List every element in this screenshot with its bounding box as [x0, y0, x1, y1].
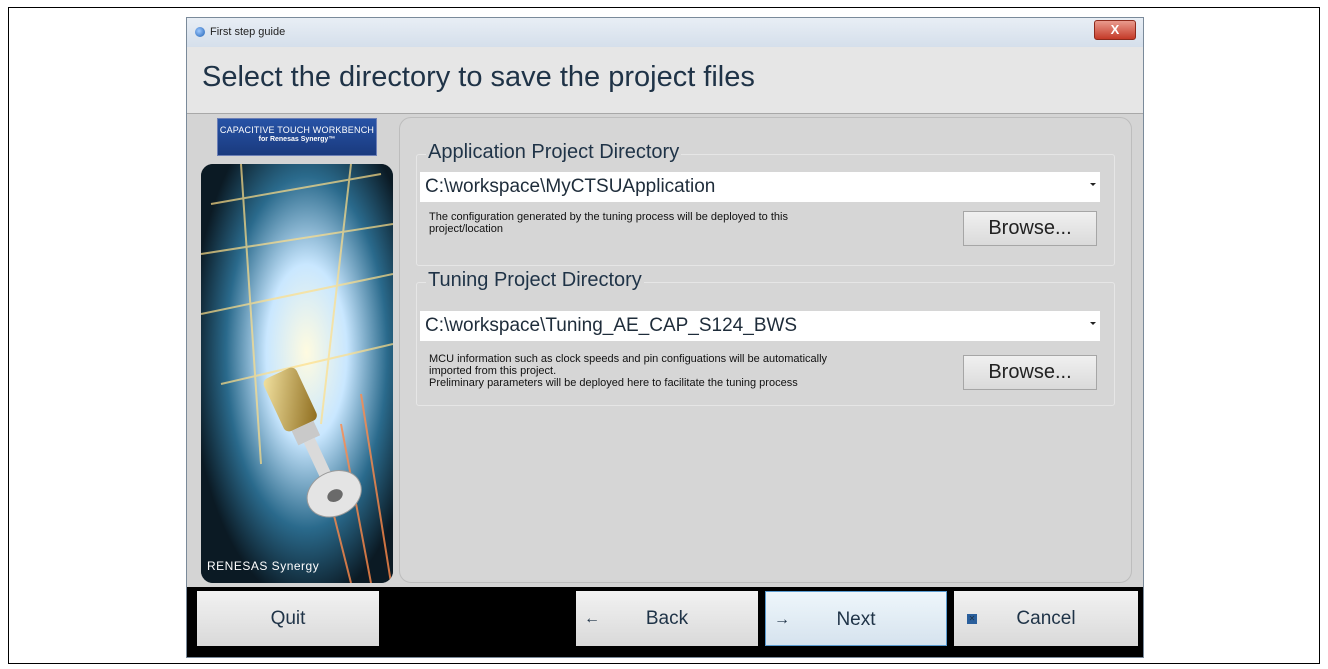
cancel-label: Cancel — [1016, 608, 1076, 629]
dropdown-arrow-icon[interactable] — [1090, 183, 1096, 186]
brand-line-2: for Renesas Synergy™ — [258, 136, 336, 143]
application-desc-line-1: The configuration generated by the tunin… — [429, 211, 788, 223]
application-desc-line-2: project/location — [429, 223, 503, 235]
right-arrow-icon: → — [774, 611, 790, 628]
tuning-desc-line-1: MCU information such as clock speeds and… — [429, 353, 828, 365]
window-title: First step guide — [210, 26, 286, 38]
product-brand-badge: CAPACITIVE TOUCH WORKBENCH for Renesas S… — [217, 118, 377, 156]
next-label: Next — [836, 609, 876, 630]
cancel-x-icon: ✕ — [967, 614, 977, 624]
tuning-directory-description: MCU information such as clock speeds and… — [429, 353, 949, 389]
sidebar: CAPACITIVE TOUCH WORKBENCH for Renesas S… — [201, 118, 393, 583]
tuning-desc-line-2: imported from this project. — [429, 365, 557, 377]
first-step-guide-window: First step guide X Select the directory … — [186, 17, 1144, 658]
tuning-directory-title: Tuning Project Directory — [426, 269, 644, 292]
application-directory-value: C:\workspace\MyCTSUApplication — [425, 176, 716, 197]
quit-label: Quit — [270, 608, 306, 629]
footer-bar: Quit ← Back → Next ✕ Cancel — [187, 587, 1143, 657]
close-button[interactable]: X — [1094, 20, 1136, 40]
app-icon — [195, 27, 205, 37]
tuning-desc-line-3: Preliminary parameters will be deployed … — [429, 377, 798, 389]
next-button[interactable]: → Next — [765, 591, 947, 646]
header: Select the directory to save the project… — [187, 47, 1143, 114]
page-title: Select the directory to save the project… — [202, 61, 755, 93]
brand-line-1: CAPACITIVE TOUCH WORKBENCH — [219, 125, 375, 135]
application-directory-title: Application Project Directory — [426, 141, 682, 164]
renesas-synergy-logo: RENESAS Synergy — [207, 559, 320, 573]
key-illustration-image: RENESAS Synergy — [201, 164, 393, 583]
tuning-directory-combobox[interactable]: C:\workspace\Tuning_AE_CAP_S124_BWS — [420, 311, 1100, 341]
application-directory-combobox[interactable]: C:\workspace\MyCTSUApplication — [420, 172, 1100, 202]
key-illustration-svg — [201, 164, 393, 583]
application-directory-description: The configuration generated by the tunin… — [429, 211, 949, 235]
left-arrow-icon: ← — [584, 610, 600, 627]
application-directory-group: Application Project Directory C:\workspa… — [416, 141, 1115, 266]
cancel-button[interactable]: ✕ Cancel — [954, 591, 1138, 646]
tuning-browse-button[interactable]: Browse... — [963, 355, 1097, 390]
tuning-directory-value: C:\workspace\Tuning_AE_CAP_S124_BWS — [425, 315, 798, 336]
title-bar: First step guide X — [187, 18, 1143, 48]
tuning-directory-group: Tuning Project Directory C:\workspace\Tu… — [416, 269, 1115, 406]
quit-button[interactable]: Quit — [197, 591, 379, 646]
back-button[interactable]: ← Back — [576, 591, 758, 646]
back-label: Back — [645, 608, 689, 629]
content-panel: Application Project Directory C:\workspa… — [399, 117, 1132, 583]
application-browse-button[interactable]: Browse... — [963, 211, 1097, 246]
dropdown-arrow-icon[interactable] — [1090, 322, 1096, 325]
